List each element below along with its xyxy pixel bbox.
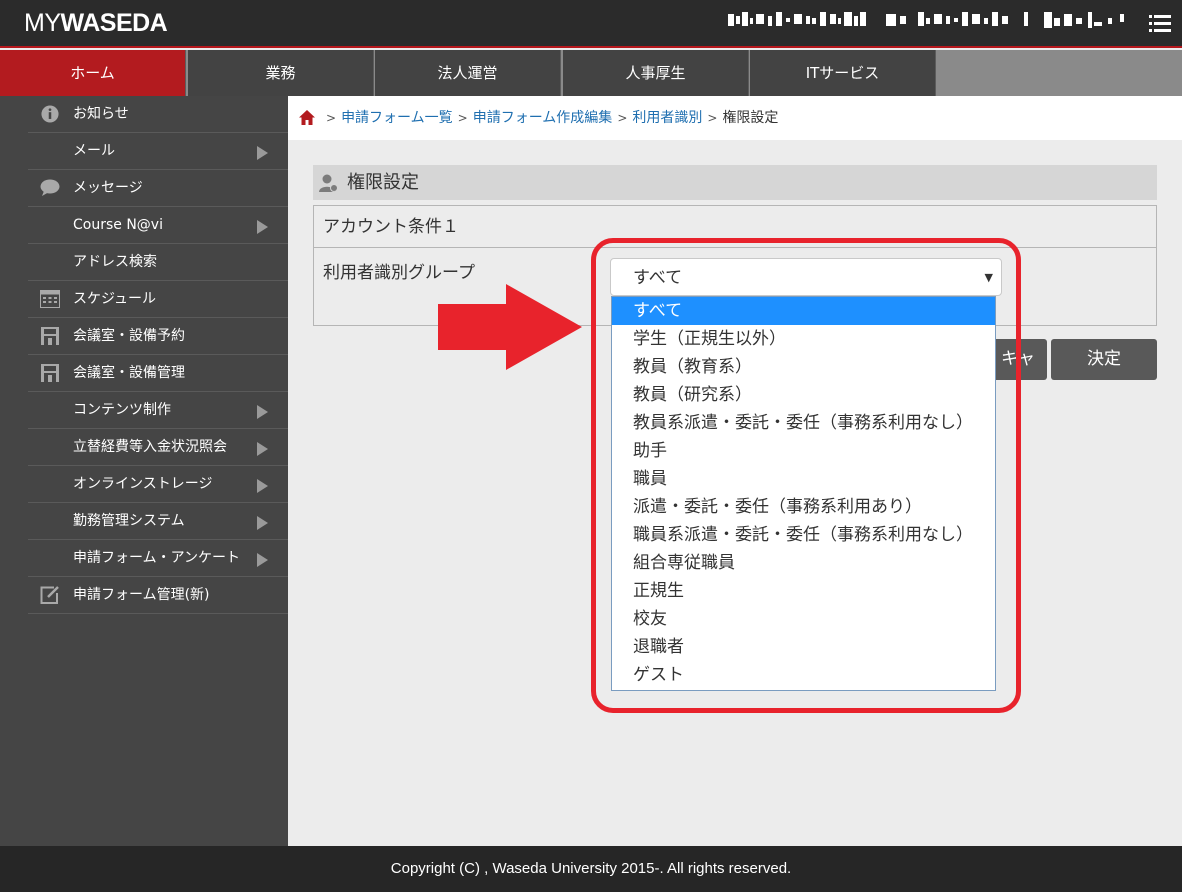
breadcrumb-link[interactable]: 利用者識別 bbox=[632, 110, 702, 126]
chevron-right-icon bbox=[257, 146, 268, 160]
sidebar-item-messages[interactable]: メッセージ bbox=[28, 170, 288, 207]
sidebar-item-label: アドレス検索 bbox=[73, 254, 157, 270]
breadcrumb: > 申請フォーム一覧 > 申請フォーム作成編集 > 利用者識別 > 権限設定 bbox=[288, 96, 1182, 140]
sidebar-item-online-storage[interactable]: オンラインストレージ bbox=[28, 466, 288, 503]
logo-waseda: WASEDA bbox=[60, 9, 168, 37]
breadcrumb-link[interactable]: 申請フォーム作成編集 bbox=[473, 110, 613, 126]
sidebar-item-form-management[interactable]: 申請フォーム管理(新) bbox=[28, 577, 288, 614]
sidebar-item-label: オンラインストレージ bbox=[73, 476, 213, 492]
logo-my: MY bbox=[24, 9, 61, 37]
sidebar-item-course-navi[interactable]: Course N@vi bbox=[28, 207, 288, 244]
chevron-right-icon bbox=[257, 553, 268, 567]
home-icon[interactable] bbox=[299, 110, 315, 125]
footer: Copyright (C) , Waseda University 2015-.… bbox=[0, 846, 1182, 892]
sidebar-item-label: 勤務管理システム bbox=[73, 513, 185, 529]
user-settings-icon bbox=[319, 174, 338, 192]
sidebar-item-room-management[interactable]: 会議室・設備管理 bbox=[28, 355, 288, 392]
sidebar-item-mail[interactable]: メール bbox=[28, 133, 288, 170]
copyright-text: Copyright (C) , Waseda University 2015-.… bbox=[390, 860, 792, 877]
sidebar-item-schedule[interactable]: スケジュール bbox=[28, 281, 288, 318]
sidebar-item-forms-surveys[interactable]: 申請フォーム・アンケート bbox=[28, 540, 288, 577]
page-title: 権限設定 bbox=[347, 172, 419, 193]
speech-bubble-icon bbox=[40, 179, 60, 196]
chevron-right-icon bbox=[257, 442, 268, 456]
tab-hr-welfare[interactable]: 人事厚生 bbox=[563, 50, 749, 96]
chevron-right-icon bbox=[257, 516, 268, 530]
breadcrumb-separator: > bbox=[707, 111, 718, 125]
sidebar-item-address-search[interactable]: アドレス検索 bbox=[28, 244, 288, 281]
breadcrumb-link[interactable]: 申請フォーム一覧 bbox=[341, 110, 453, 126]
user-info-redacted bbox=[728, 12, 1138, 30]
breadcrumb-current: 権限設定 bbox=[722, 110, 779, 126]
breadcrumb-separator: > bbox=[617, 111, 628, 125]
chevron-right-icon bbox=[257, 405, 268, 419]
sidebar: お知らせ メール メッセージ Course N@vi アドレス検索 スケジュール… bbox=[0, 96, 288, 846]
annotation-arrow-icon bbox=[438, 284, 582, 370]
top-bar: MYWASEDA bbox=[0, 0, 1182, 48]
sidebar-item-notices[interactable]: お知らせ bbox=[28, 96, 288, 133]
group-label: 利用者識別グループ bbox=[323, 263, 475, 283]
sidebar-item-label: 会議室・設備予約 bbox=[73, 328, 185, 344]
info-icon bbox=[41, 105, 59, 123]
chevron-right-icon bbox=[257, 479, 268, 493]
sidebar-item-label: 申請フォーム・アンケート bbox=[73, 550, 241, 566]
calendar-icon bbox=[40, 290, 60, 308]
chevron-right-icon bbox=[257, 220, 268, 234]
sidebar-item-label: 立替経費等入金状況照会 bbox=[73, 439, 227, 455]
panel-header: 権限設定 bbox=[313, 165, 1157, 200]
breadcrumb-separator: > bbox=[326, 111, 337, 125]
breadcrumb-trail: > 申請フォーム一覧 > 申請フォーム作成編集 > 利用者識別 > 権限設定 bbox=[321, 96, 778, 140]
facility-icon bbox=[41, 364, 59, 382]
sidebar-item-label: コンテンツ制作 bbox=[73, 402, 171, 418]
sidebar-item-content-production[interactable]: コンテンツ制作 bbox=[28, 392, 288, 429]
sidebar-item-label: 会議室・設備管理 bbox=[73, 365, 185, 381]
tab-corporate[interactable]: 法人運営 bbox=[375, 50, 561, 96]
sidebar-item-label: メール bbox=[73, 143, 115, 159]
sidebar-item-label: お知らせ bbox=[73, 106, 129, 122]
main-nav: ホーム 業務 法人運営 人事厚生 ITサービス bbox=[0, 50, 1182, 96]
sidebar-item-label: メッセージ bbox=[73, 180, 143, 196]
menu-list-icon[interactable] bbox=[1149, 15, 1171, 33]
sidebar-item-label: スケジュール bbox=[73, 291, 157, 307]
sidebar-item-label: Course N@vi bbox=[73, 217, 163, 233]
facility-icon bbox=[41, 327, 59, 345]
sidebar-item-room-booking[interactable]: 会議室・設備予約 bbox=[28, 318, 288, 355]
sidebar-item-label: 申請フォーム管理(新) bbox=[73, 587, 210, 603]
sidebar-item-expense-inquiry[interactable]: 立替経費等入金状況照会 bbox=[28, 429, 288, 466]
tab-business[interactable]: 業務 bbox=[188, 50, 374, 96]
tab-it-services[interactable]: ITサービス bbox=[750, 50, 936, 96]
sidebar-item-attendance-system[interactable]: 勤務管理システム bbox=[28, 503, 288, 540]
ok-button[interactable]: 決定 bbox=[1051, 339, 1157, 380]
edit-icon bbox=[40, 586, 59, 604]
breadcrumb-separator: > bbox=[457, 111, 468, 125]
app-logo[interactable]: MYWASEDA bbox=[24, 9, 168, 37]
tab-home[interactable]: ホーム bbox=[0, 50, 186, 96]
annotation-highlight-box bbox=[591, 238, 1021, 713]
